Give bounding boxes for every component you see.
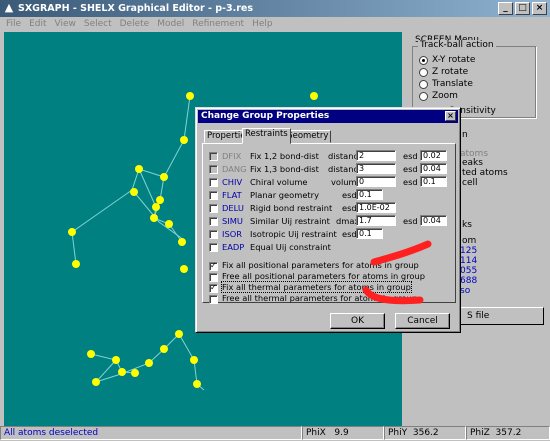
- tab-restraints[interactable]: Restraints: [242, 128, 291, 144]
- red-annotation-stroke: [362, 286, 424, 305]
- annotation-overlay: [362, 240, 432, 305]
- red-annotation-stroke: [370, 240, 432, 266]
